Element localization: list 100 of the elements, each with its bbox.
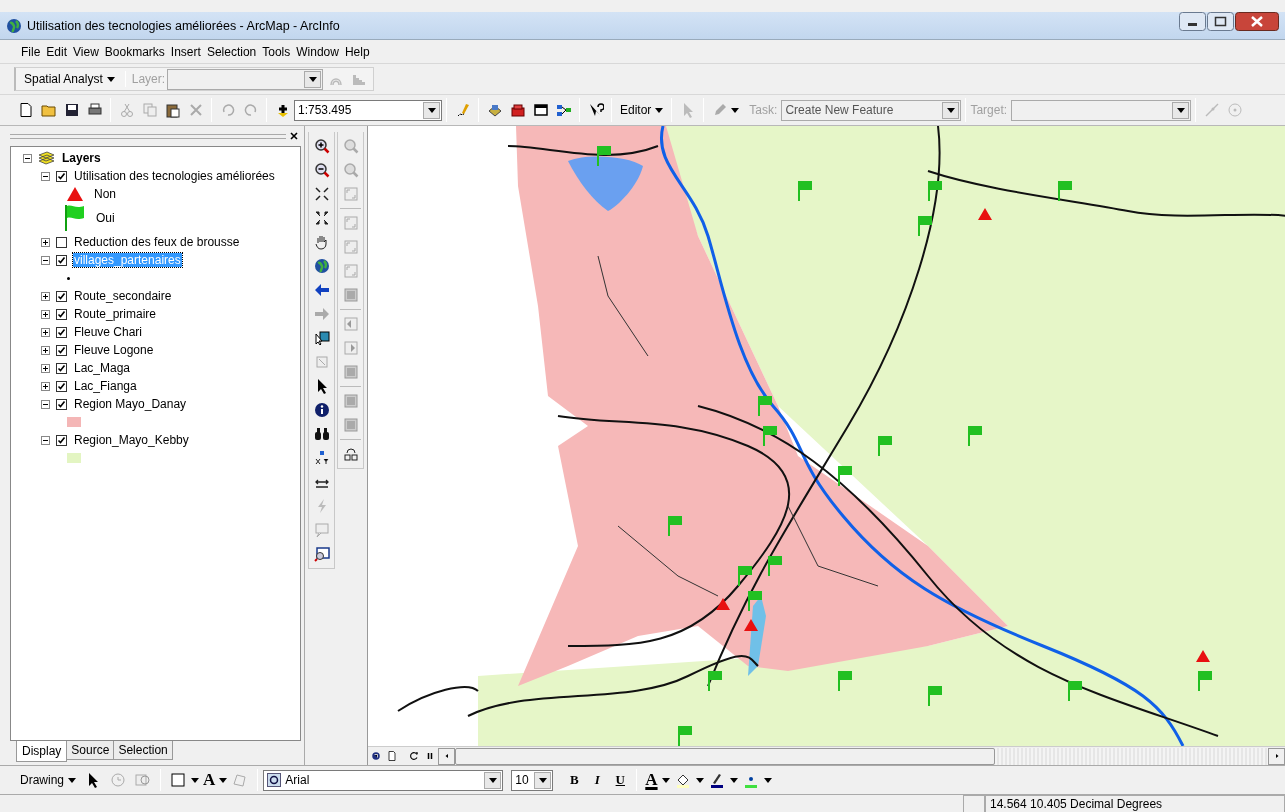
font-color-button[interactable]: A bbox=[642, 770, 661, 790]
model-icon[interactable] bbox=[555, 102, 572, 118]
layer-name[interactable]: Lac_Maga bbox=[73, 361, 132, 375]
menu-item[interactable]: Bookmarks bbox=[101, 42, 168, 61]
checkbox[interactable] bbox=[56, 380, 67, 392]
fill-caret-icon[interactable] bbox=[695, 777, 704, 783]
dropdown-caret-icon[interactable] bbox=[427, 107, 436, 113]
line-color-icon[interactable] bbox=[708, 772, 725, 788]
shrink-arrows-icon[interactable] bbox=[313, 186, 330, 202]
checkbox[interactable] bbox=[56, 236, 67, 248]
layer-name[interactable]: Fleuve Chari bbox=[73, 325, 144, 339]
italic-button[interactable]: I bbox=[586, 772, 609, 788]
rectangle-icon[interactable] bbox=[170, 772, 186, 788]
menu-item[interactable]: View bbox=[70, 42, 102, 61]
close-button[interactable] bbox=[1235, 12, 1279, 31]
xy-icon[interactable] bbox=[313, 450, 330, 466]
expand-toggle[interactable] bbox=[41, 363, 50, 373]
paste-icon[interactable] bbox=[164, 102, 181, 118]
zoom-out-icon[interactable] bbox=[313, 162, 330, 178]
maximize-button[interactable] bbox=[1207, 12, 1234, 31]
checkbox[interactable] bbox=[56, 434, 67, 446]
checkbox[interactable] bbox=[56, 308, 67, 320]
toolbox-icon[interactable] bbox=[509, 102, 526, 118]
scrollbar-thumb[interactable] bbox=[455, 747, 995, 765]
menu-item[interactable]: File bbox=[18, 42, 44, 61]
new-page-icon[interactable] bbox=[17, 102, 34, 118]
info-icon[interactable] bbox=[313, 402, 330, 418]
tab[interactable]: Source bbox=[66, 741, 115, 760]
spatial-analyst-menu[interactable]: Spatial Analyst bbox=[20, 70, 119, 88]
checkbox[interactable] bbox=[56, 398, 67, 410]
checkbox[interactable] bbox=[56, 362, 67, 374]
layer-name[interactable]: Region Mayo_Danay bbox=[73, 397, 188, 411]
save-icon[interactable] bbox=[63, 102, 80, 118]
layer-name[interactable]: Layers bbox=[61, 151, 102, 165]
layer-name[interactable]: Fleuve Logone bbox=[73, 343, 155, 357]
hand-icon[interactable] bbox=[313, 234, 330, 250]
bold-button[interactable]: B bbox=[563, 772, 586, 788]
expand-arrows-icon[interactable] bbox=[313, 210, 330, 226]
expand-toggle[interactable] bbox=[41, 345, 50, 355]
zoom-in-icon[interactable] bbox=[313, 138, 330, 154]
collapse-toggle[interactable] bbox=[41, 171, 50, 181]
scale-combo[interactable]: 1:753.495 bbox=[294, 99, 442, 121]
tab[interactable]: Selection bbox=[113, 741, 173, 760]
refresh-icon[interactable] bbox=[408, 750, 420, 762]
checkbox[interactable] bbox=[56, 326, 67, 338]
collapse-toggle[interactable] bbox=[41, 399, 50, 409]
binoculars-icon[interactable] bbox=[313, 426, 330, 442]
close-icon[interactable] bbox=[290, 132, 298, 140]
text-caret-icon[interactable] bbox=[219, 777, 228, 783]
layout-view-icon[interactable] bbox=[386, 750, 398, 762]
magnifier-window-icon[interactable] bbox=[313, 546, 330, 562]
drawing-menu[interactable]: Drawing bbox=[16, 771, 80, 789]
menu-item[interactable]: Insert bbox=[167, 42, 204, 61]
line-caret-icon[interactable] bbox=[729, 777, 738, 783]
rectangle-caret-icon[interactable] bbox=[191, 777, 199, 783]
menu-item[interactable]: Selection bbox=[203, 42, 260, 61]
expand-toggle[interactable] bbox=[41, 237, 50, 247]
minimize-button[interactable] bbox=[1179, 12, 1206, 31]
expand-toggle[interactable] bbox=[41, 291, 50, 301]
select-features-icon[interactable] bbox=[313, 330, 330, 346]
layer-name[interactable]: Route_secondaire bbox=[73, 289, 173, 303]
folder-icon[interactable] bbox=[40, 102, 57, 118]
layers-icon[interactable] bbox=[486, 102, 503, 118]
globe-icon[interactable] bbox=[313, 258, 330, 274]
caret-icon[interactable] bbox=[655, 107, 664, 113]
layer-name[interactable]: Lac_Fianga bbox=[73, 379, 138, 393]
text-tool-button[interactable]: A bbox=[200, 770, 219, 790]
font-color-caret-icon[interactable] bbox=[661, 777, 670, 783]
window-icon[interactable] bbox=[532, 102, 549, 118]
caret-icon[interactable] bbox=[106, 76, 115, 82]
checkbox[interactable] bbox=[56, 344, 67, 356]
caret-icon[interactable] bbox=[68, 777, 76, 783]
checkbox[interactable] bbox=[56, 290, 67, 302]
checkbox[interactable] bbox=[56, 170, 67, 182]
back-arrow-icon[interactable] bbox=[313, 282, 330, 298]
menu-item[interactable]: Window bbox=[293, 42, 342, 61]
printer-icon[interactable] bbox=[86, 102, 103, 118]
layer-name[interactable]: Region_Mayo_Kebby bbox=[73, 433, 190, 447]
collapse-toggle[interactable] bbox=[23, 153, 32, 163]
collapse-toggle[interactable] bbox=[41, 435, 50, 445]
rotate-frames-icon[interactable] bbox=[342, 446, 359, 462]
checkbox[interactable] bbox=[56, 254, 67, 266]
dropdown-caret-icon[interactable] bbox=[488, 777, 497, 783]
data-view-icon[interactable] bbox=[370, 750, 382, 762]
underline-button[interactable]: U bbox=[609, 772, 632, 788]
expand-toggle[interactable] bbox=[41, 381, 50, 391]
menu-item[interactable]: Tools bbox=[259, 42, 294, 61]
expand-toggle[interactable] bbox=[41, 327, 50, 337]
layer-name[interactable]: Route_primaire bbox=[73, 307, 158, 321]
pencil-caret-icon[interactable] bbox=[731, 107, 740, 113]
dropdown-caret-icon[interactable] bbox=[538, 777, 547, 783]
layer-name[interactable]: Utilisation des tecnologies améliorées bbox=[73, 169, 276, 183]
expand-toggle[interactable] bbox=[41, 309, 50, 319]
menu-item[interactable]: Edit bbox=[43, 42, 71, 61]
fill-color-icon[interactable] bbox=[674, 772, 691, 788]
marker-caret-icon[interactable] bbox=[763, 777, 772, 783]
font-combo[interactable]: Arial bbox=[263, 769, 504, 791]
collapse-toggle[interactable] bbox=[41, 255, 50, 265]
tab[interactable]: Display bbox=[16, 741, 68, 762]
font-size-combo[interactable]: 10 bbox=[511, 769, 554, 791]
